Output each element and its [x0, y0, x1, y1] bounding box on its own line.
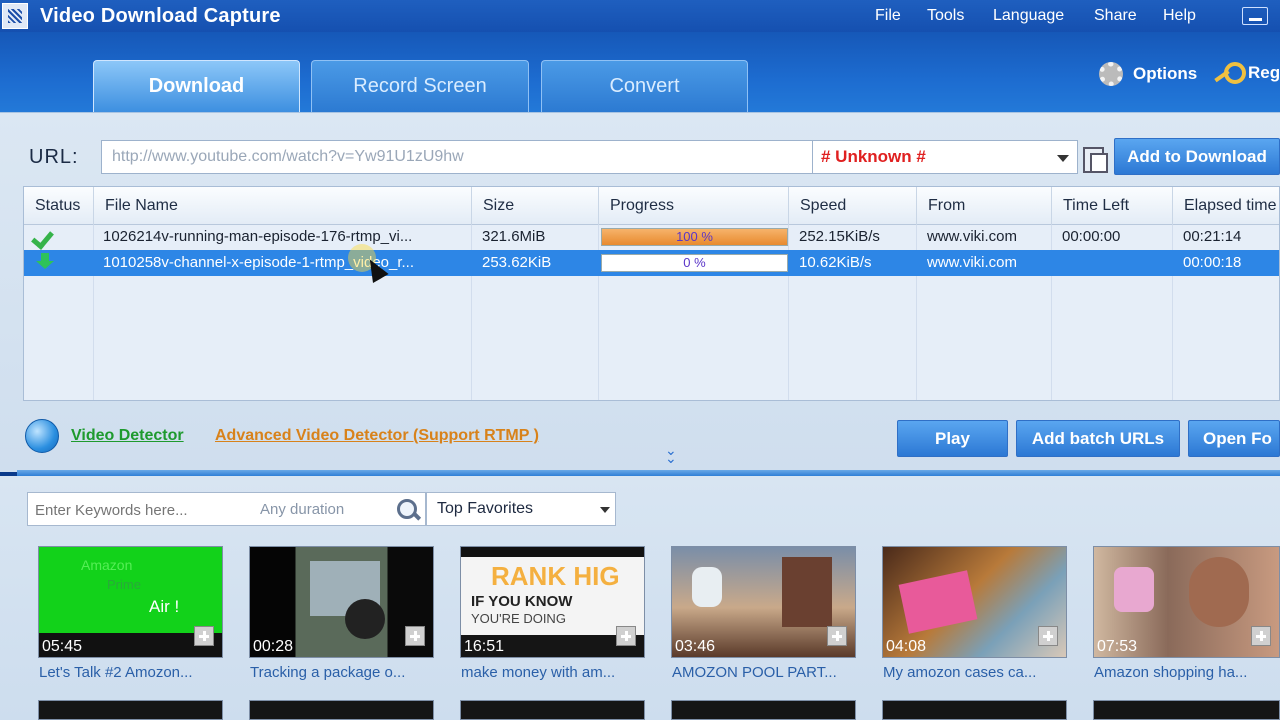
gear-icon — [1099, 62, 1123, 86]
video-thumbnail[interactable]: 00:28 — [249, 546, 434, 658]
format-select[interactable]: # Unknown # — [813, 140, 1078, 174]
column-time-left[interactable]: Time Left — [1051, 187, 1129, 225]
video-thumbnail[interactable]: Amazon Prime Air ! 05:45 — [38, 546, 223, 658]
options-button[interactable]: Options — [1099, 62, 1197, 86]
video-duration: 00:28 — [253, 638, 294, 655]
video-duration: 05:45 — [42, 638, 83, 655]
duration-filter[interactable]: Any duration — [260, 501, 344, 518]
advanced-video-detector-link[interactable]: Advanced Video Detector (Support RTMP ) — [215, 427, 539, 445]
size-cell: 321.6MiB — [482, 228, 546, 245]
tab-convert[interactable]: Convert — [541, 60, 748, 112]
add-icon[interactable] — [1038, 626, 1058, 646]
category-select[interactable]: Top Favorites — [426, 492, 616, 526]
menu-tools[interactable]: Tools — [927, 0, 964, 32]
video-thumbnail[interactable] — [671, 700, 856, 720]
column-file-name[interactable]: File Name — [93, 187, 178, 225]
minimize-button[interactable] — [1242, 7, 1268, 25]
speed-cell: 10.62KiB/s — [799, 254, 872, 271]
video-thumbnail[interactable] — [38, 700, 223, 720]
speed-cell: 252.15KiB/s — [799, 228, 880, 245]
app-title: Video Download Capture — [40, 4, 281, 27]
register-button[interactable]: Reg — [1214, 62, 1280, 84]
progress-bar: 100 % — [601, 228, 788, 246]
video-title-link[interactable]: Tracking a package o... — [250, 664, 405, 681]
chevron-down-icon — [1057, 155, 1069, 162]
download-table: Status File Name Size Progress Speed Fro… — [23, 186, 1280, 401]
video-detector-link[interactable]: Video Detector — [71, 427, 184, 445]
play-button[interactable]: Play — [897, 420, 1008, 457]
from-cell: www.viki.com — [927, 254, 1018, 271]
menu-language[interactable]: Language — [993, 0, 1064, 32]
add-batch-urls-button[interactable]: Add batch URLs — [1016, 420, 1180, 457]
video-thumbnail[interactable]: 03:46 — [671, 546, 856, 658]
search-box: Any duration — [27, 492, 426, 526]
url-label: URL: — [29, 146, 79, 168]
paste-clipboard-icon[interactable] — [1081, 143, 1108, 173]
video-duration: 03:46 — [675, 638, 716, 655]
column-size[interactable]: Size — [471, 187, 514, 225]
menu-share[interactable]: Share — [1094, 0, 1137, 32]
progress-text: 100 % — [676, 229, 713, 244]
column-speed[interactable]: Speed — [788, 187, 846, 225]
elapsed-cell: 00:00:18 — [1183, 254, 1242, 271]
globe-icon — [25, 419, 59, 453]
menu-help[interactable]: Help — [1163, 0, 1196, 32]
open-folder-button[interactable]: Open Fo — [1188, 420, 1280, 457]
table-header: Status File Name Size Progress Speed Fro… — [24, 187, 1279, 225]
key-icon — [1214, 62, 1246, 84]
search-input[interactable] — [35, 499, 245, 521]
video-duration: 16:51 — [464, 638, 505, 655]
video-thumbnail[interactable]: RANK HIG IF YOU KNOW YOU'RE DOING 16:51 — [460, 546, 645, 658]
add-icon[interactable] — [405, 626, 425, 646]
tab-download[interactable]: Download — [93, 60, 300, 112]
check-icon — [33, 227, 57, 245]
table-row[interactable]: 1010258v-channel-x-episode-1-rtmp_video_… — [24, 250, 1279, 276]
video-title-link[interactable]: Let's Talk #2 Amozon... — [39, 664, 193, 681]
video-title-link[interactable]: AMOZON POOL PART... — [672, 664, 837, 681]
tab-record-screen[interactable]: Record Screen — [311, 60, 529, 112]
video-title-link[interactable]: My amozon cases ca... — [883, 664, 1036, 681]
search-icon[interactable] — [395, 497, 421, 523]
video-thumbnail[interactable] — [249, 700, 434, 720]
size-cell: 253.62KiB — [482, 254, 552, 271]
column-status[interactable]: Status — [24, 187, 80, 225]
minimize-icon — [1249, 18, 1262, 21]
chevron-down-icon — [600, 507, 610, 513]
video-thumbnail[interactable]: 07:53 — [1093, 546, 1280, 658]
progress-text: 0 % — [683, 255, 706, 270]
from-cell: www.viki.com — [927, 228, 1018, 245]
column-progress[interactable]: Progress — [598, 187, 674, 225]
column-elapsed-time[interactable]: Elapsed time — [1172, 187, 1277, 225]
add-to-download-button[interactable]: Add to Download — [1114, 138, 1280, 175]
time-left-cell — [1054, 250, 1062, 276]
menu-file[interactable]: File — [875, 0, 901, 32]
video-thumbnail[interactable] — [460, 700, 645, 720]
video-title-link[interactable]: make money with am... — [461, 664, 615, 681]
add-icon[interactable] — [616, 626, 636, 646]
double-chevron-down-icon[interactable]: ⌄ ⌄ — [665, 443, 677, 465]
video-thumbnail[interactable] — [1093, 700, 1280, 720]
time-left-cell: 00:00:00 — [1062, 228, 1121, 245]
add-icon[interactable] — [1251, 626, 1271, 646]
elapsed-cell: 00:21:14 — [1183, 228, 1242, 245]
file-name-cell: 1010258v-channel-x-episode-1-rtmp_video_… — [103, 254, 415, 271]
add-icon[interactable] — [827, 626, 847, 646]
video-thumbnail[interactable] — [882, 700, 1067, 720]
video-duration: 07:53 — [1097, 638, 1138, 655]
video-title-link[interactable]: Amazon shopping ha... — [1094, 664, 1247, 681]
progress-bar: 0 % — [601, 254, 788, 272]
add-icon[interactable] — [194, 626, 214, 646]
download-arrow-icon — [35, 253, 55, 273]
title-bar: Video Download Capture — [0, 0, 1280, 32]
video-thumbnail[interactable]: 04:08 — [882, 546, 1067, 658]
url-input[interactable] — [101, 140, 813, 174]
table-row[interactable]: 1026214v-running-man-episode-176-rtmp_vi… — [24, 224, 1279, 250]
file-name-cell: 1026214v-running-man-episode-176-rtmp_vi… — [103, 228, 413, 245]
video-duration: 04:08 — [886, 638, 927, 655]
app-logo-icon — [2, 3, 28, 29]
column-from[interactable]: From — [916, 187, 965, 225]
